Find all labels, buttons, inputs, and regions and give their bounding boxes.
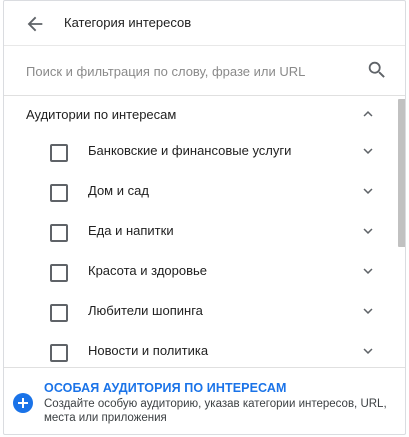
item-label: Любители шопинга bbox=[88, 303, 203, 318]
chevron-down-icon[interactable] bbox=[359, 182, 377, 200]
chevron-down-icon[interactable] bbox=[359, 142, 377, 160]
panel-title: Категория интересов bbox=[64, 15, 192, 30]
category-list: Аудитории по интересам Банковские и фина… bbox=[4, 97, 396, 367]
list-item[interactable]: Дом и сад bbox=[4, 171, 396, 211]
item-label: Красота и здоровье bbox=[88, 263, 208, 278]
chevron-down-icon[interactable] bbox=[359, 342, 377, 360]
plus-circle-icon[interactable] bbox=[13, 393, 33, 413]
search-button[interactable] bbox=[366, 59, 388, 81]
search-bar bbox=[4, 46, 405, 96]
custom-audience-link[interactable]: ОСОБАЯ АУДИТОРИЯ ПО ИНТЕРЕСАМ Создайте о… bbox=[4, 367, 405, 434]
custom-audience-title[interactable]: ОСОБАЯ АУДИТОРИЯ ПО ИНТЕРЕСАМ bbox=[44, 381, 286, 395]
checkbox[interactable] bbox=[50, 144, 68, 162]
checkbox[interactable] bbox=[50, 184, 68, 202]
item-label: Дом и сад bbox=[88, 183, 149, 198]
checkbox[interactable] bbox=[50, 224, 68, 242]
list-item[interactable]: Красота и здоровье bbox=[4, 251, 396, 291]
list-item[interactable]: Новости и политика bbox=[4, 331, 396, 367]
arrow-back-icon bbox=[27, 16, 43, 32]
scroll-thumb[interactable] bbox=[398, 99, 405, 247]
item-label: Банковские и финансовые услуги bbox=[88, 143, 292, 158]
chevron-up-icon[interactable] bbox=[359, 105, 377, 123]
chevron-down-icon[interactable] bbox=[359, 302, 377, 320]
custom-audience-description: Создайте особую аудиторию, указав катего… bbox=[44, 398, 387, 424]
search-input[interactable] bbox=[26, 58, 356, 84]
item-label: Новости и политика bbox=[88, 343, 209, 358]
item-label: Еда и напитки bbox=[88, 223, 174, 238]
checkbox[interactable] bbox=[50, 344, 68, 362]
scrollbar[interactable] bbox=[398, 97, 405, 367]
back-button[interactable] bbox=[24, 13, 46, 35]
checkbox[interactable] bbox=[50, 304, 68, 322]
checkbox[interactable] bbox=[50, 264, 68, 282]
chevron-down-icon[interactable] bbox=[359, 262, 377, 280]
search-icon bbox=[368, 61, 385, 78]
panel-header: Категория интересов bbox=[4, 1, 405, 46]
list-item[interactable]: Еда и напитки bbox=[4, 211, 396, 251]
list-item[interactable]: Любители шопинга bbox=[4, 291, 396, 331]
chevron-down-icon[interactable] bbox=[359, 222, 377, 240]
group-label: Аудитории по интересам bbox=[26, 107, 177, 122]
list-item[interactable]: Банковские и финансовые услуги bbox=[4, 131, 396, 171]
group-interest-audiences[interactable]: Аудитории по интересам bbox=[4, 97, 396, 131]
interest-category-panel: Категория интересов Аудитории по интерес… bbox=[3, 0, 406, 435]
